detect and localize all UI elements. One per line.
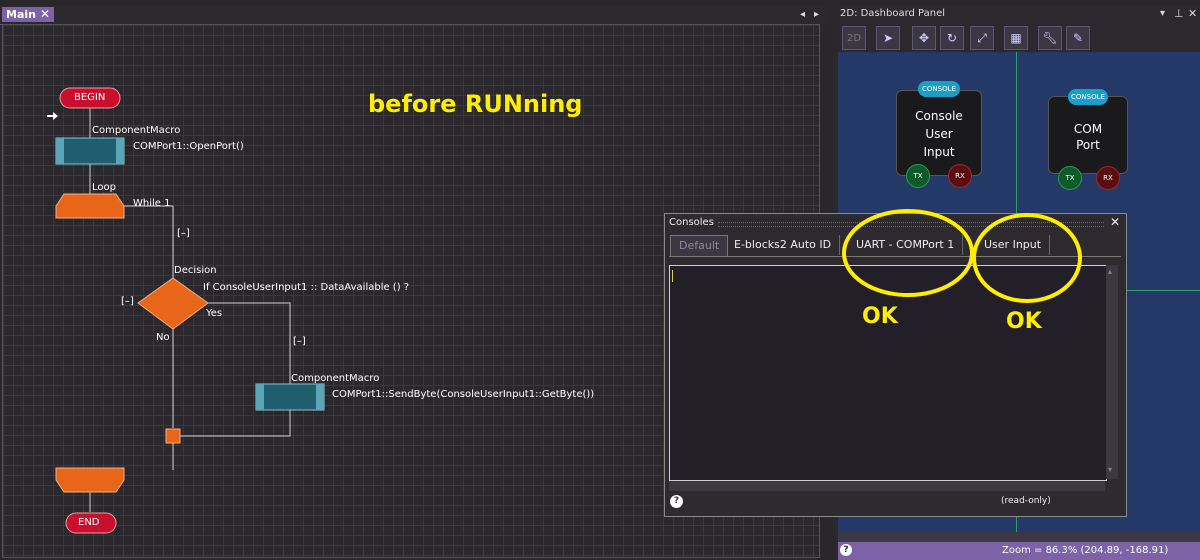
- annotation-overlay: [842, 209, 1082, 303]
- highlight-circle-user-input: [972, 213, 1082, 303]
- highlight-circle-uart: [842, 209, 974, 297]
- ok-label-uart: OK: [862, 304, 898, 329]
- ok-label-user-input: OK: [1006, 309, 1042, 334]
